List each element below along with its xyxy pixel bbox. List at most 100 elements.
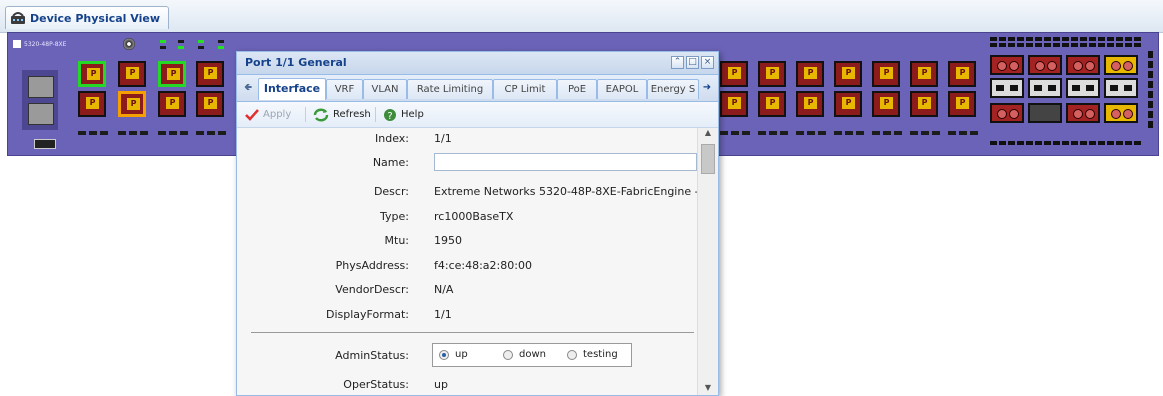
ethernet-port[interactable]: P — [720, 91, 748, 117]
tab-device-physical-view[interactable]: Device Physical View — [5, 6, 169, 29]
tab-energy-saver[interactable]: Energy S — [647, 79, 699, 99]
phys-address-label: PhysAddress: — [335, 259, 409, 272]
tab-label: Device Physical View — [30, 11, 160, 25]
sfp-port[interactable] — [990, 103, 1024, 123]
close-icon[interactable]: × — [701, 56, 714, 69]
ethernet-port[interactable]: P — [872, 61, 900, 87]
sfp-port[interactable] — [1066, 103, 1100, 123]
mgmt-port-1[interactable] — [28, 76, 54, 98]
sfp-bay[interactable] — [1104, 78, 1138, 98]
poe-indicator-icon: P — [87, 68, 100, 80]
admin-status-testing-radio[interactable]: testing — [567, 349, 618, 360]
ethernet-port[interactable]: P — [118, 61, 146, 87]
tab-scroll-right-icon[interactable]: ➜ — [700, 79, 714, 97]
refresh-icon — [313, 108, 329, 121]
poe-indicator-icon: P — [804, 97, 817, 109]
ethernet-port[interactable]: P — [158, 61, 186, 87]
mtu-label: Mtu: — [384, 234, 409, 247]
ethernet-port[interactable]: P — [78, 91, 106, 117]
ethernet-port[interactable]: P — [910, 91, 938, 117]
dialog-title-bar[interactable]: Port 1/1 General ⌃ □ × — [237, 52, 718, 75]
ethernet-port[interactable]: P — [910, 61, 938, 87]
tab-interface[interactable]: Interface — [258, 78, 326, 100]
form-scrollbar[interactable]: ▲ ▼ — [697, 128, 718, 395]
poe-indicator-icon: P — [918, 97, 931, 109]
tab-vrf[interactable]: VRF — [326, 79, 363, 99]
vendor-descr-value: N/A — [434, 283, 454, 296]
index-value: 1/1 — [434, 132, 452, 145]
name-field[interactable] — [434, 153, 697, 171]
poe-indicator-icon: P — [204, 97, 217, 109]
ethernet-port[interactable]: P — [118, 91, 146, 117]
tab-scroll-left-icon[interactable]: 🢀 — [241, 79, 255, 97]
ethernet-port[interactable]: P — [196, 91, 224, 117]
ethernet-port[interactable]: P — [948, 91, 976, 117]
sfp-bay[interactable] — [1066, 78, 1100, 98]
type-row: Type: rc1000BaseTX — [237, 206, 698, 228]
ethernet-port[interactable]: P — [872, 91, 900, 117]
admin-status-up-radio[interactable]: up — [439, 349, 468, 360]
sfp-port[interactable] — [1104, 103, 1138, 123]
apply-button[interactable]: Apply — [245, 106, 291, 123]
ethernet-port[interactable]: P — [834, 91, 862, 117]
poe-indicator-icon: P — [728, 97, 741, 109]
ethernet-port[interactable]: P — [796, 91, 824, 117]
ethernet-port[interactable]: P — [78, 61, 106, 87]
sfp-port[interactable] — [990, 55, 1024, 75]
extreme-logo-icon — [13, 40, 21, 48]
ethernet-port[interactable]: P — [720, 61, 748, 87]
type-value: rc1000BaseTX — [434, 210, 514, 223]
sfp-port[interactable] — [1028, 55, 1062, 75]
tab-rate-limiting[interactable]: Rate Limiting — [407, 79, 493, 99]
help-icon: ? — [384, 108, 396, 122]
tab-cp-limit[interactable]: CP Limit — [493, 79, 557, 99]
admin-status-down-radio[interactable]: down — [503, 349, 546, 360]
poe-indicator-icon: P — [126, 67, 139, 79]
help-button[interactable]: ? Help — [383, 106, 424, 123]
ethernet-port[interactable]: P — [196, 61, 224, 87]
tab-eapol[interactable]: EAPOL — [597, 79, 647, 99]
poe-indicator-icon: P — [880, 97, 893, 109]
poe-indicator-icon: P — [842, 67, 855, 79]
maximize-icon[interactable]: □ — [686, 56, 699, 69]
sfp-bay[interactable] — [1028, 78, 1062, 98]
sfp-port[interactable] — [1028, 103, 1062, 123]
ethernet-port[interactable]: P — [796, 61, 824, 87]
port-led-row — [910, 131, 940, 135]
ethernet-port[interactable]: P — [158, 91, 186, 117]
fan-icon — [123, 38, 135, 50]
console-port[interactable] — [34, 139, 56, 149]
mgmt-port-2[interactable] — [28, 103, 54, 125]
scrollbar-thumb[interactable] — [701, 144, 715, 174]
sfp-port[interactable] — [1104, 55, 1138, 75]
tab-vlan[interactable]: VLAN — [363, 79, 407, 99]
chassis-model-label: 5320-48P-8XE — [13, 39, 71, 49]
sfp-bay[interactable] — [990, 78, 1024, 98]
form-divider — [251, 332, 694, 333]
sfp-port[interactable] — [1066, 55, 1100, 75]
poe-indicator-icon: P — [766, 97, 779, 109]
port-led-row — [158, 131, 188, 135]
collapse-icon[interactable]: ⌃ — [671, 56, 684, 69]
refresh-button[interactable]: Refresh — [313, 106, 371, 123]
vendor-descr-row: VendorDescr: N/A — [237, 279, 698, 301]
radio-unselected-icon — [503, 349, 513, 360]
ethernet-port[interactable]: P — [758, 91, 786, 117]
poe-indicator-icon: P — [880, 67, 893, 79]
name-label: Name: — [372, 156, 409, 169]
mtu-value: 1950 — [434, 234, 462, 247]
ethernet-port[interactable]: P — [758, 61, 786, 87]
ethernet-port[interactable]: P — [834, 61, 862, 87]
tab-poe[interactable]: PoE — [557, 79, 597, 99]
management-ports[interactable] — [22, 70, 58, 130]
phys-address-value: f4:ce:48:a2:80:00 — [434, 259, 532, 272]
port-led-row — [118, 131, 148, 135]
port-led-row — [948, 131, 978, 135]
port-led-row — [720, 131, 750, 135]
poe-indicator-icon: P — [804, 67, 817, 79]
scroll-up-icon[interactable]: ▲ — [698, 128, 718, 140]
type-label: Type: — [380, 210, 409, 223]
ethernet-port[interactable]: P — [948, 61, 976, 87]
scroll-down-icon[interactable]: ▼ — [698, 383, 718, 395]
poe-indicator-icon: P — [956, 97, 969, 109]
